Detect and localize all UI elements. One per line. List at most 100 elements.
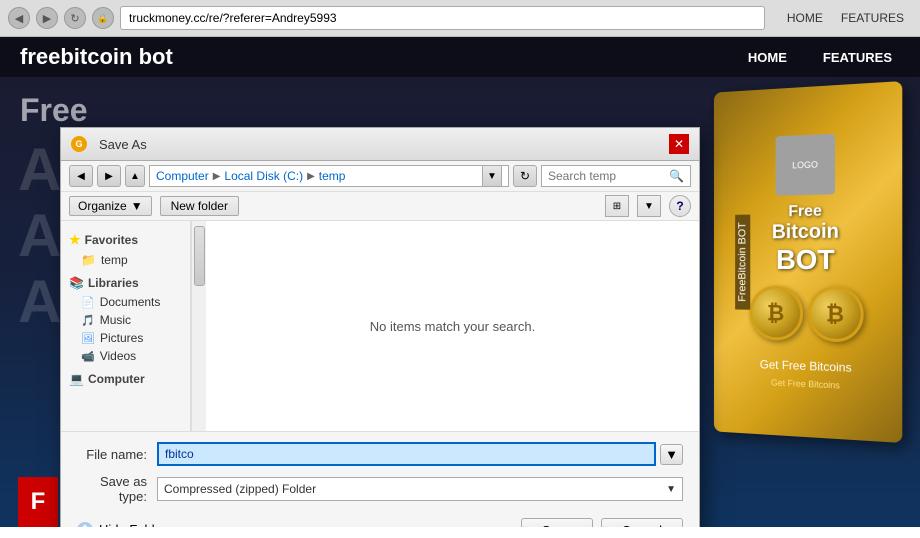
dialog-title-label: Save As — [99, 137, 147, 152]
coin-1: ₿ — [749, 286, 802, 341]
breadcrumb-bar[interactable]: Computer ▶ Local Disk (C:) ▶ temp ▼ — [149, 165, 509, 187]
search-input[interactable] — [548, 169, 665, 183]
breadcrumb-computer[interactable]: Computer — [156, 169, 209, 183]
dialog-refresh-btn[interactable]: ↻ — [513, 165, 537, 187]
dialog-title-text: G Save As — [71, 136, 147, 152]
libraries-section: 📚 Libraries 📄 Documents 🎵 Music 🖼 Pictur… — [61, 273, 190, 365]
nav-home[interactable]: HOME — [779, 9, 831, 27]
filename-input[interactable] — [157, 442, 656, 466]
organize-arrow: ▼ — [131, 199, 143, 213]
breadcrumb-disk[interactable]: Local Disk (C:) — [224, 169, 303, 183]
documents-icon: 📄 — [81, 296, 95, 309]
breadcrumb-sep-1: ▶ — [213, 171, 221, 182]
filename-row: File name: ▼ — [77, 442, 683, 466]
computer-header[interactable]: 💻 Computer — [61, 369, 190, 389]
breadcrumb-temp[interactable]: temp — [319, 169, 346, 183]
product-bitcoin: Bitcoin — [772, 221, 839, 245]
favorites-star-icon: ★ — [69, 232, 81, 248]
logo-bitcoin: bitcoin — [60, 44, 132, 69]
new-folder-button[interactable]: New folder — [160, 196, 239, 216]
sidebar-nav: ★ Favorites 📁 temp 📚 Libraries 📄 — [61, 221, 191, 431]
flash-icon: F — [18, 477, 58, 527]
savetype-row: Save as type: Compressed (zipped) Folder… — [77, 474, 683, 504]
computer-icon: 💻 — [69, 372, 84, 386]
logo-free: free — [20, 44, 60, 69]
filename-label: File name: — [77, 447, 157, 462]
computer-section: 💻 Computer — [61, 369, 190, 389]
product-box-inner: FreeBitcoin BOT LOGO Free Bitcoin BOT ₿ … — [714, 81, 902, 443]
libraries-header[interactable]: 📚 Libraries — [61, 273, 190, 293]
sidebar-videos[interactable]: 📹 Videos — [61, 347, 190, 365]
product-side-text: FreeBitcoin BOT — [735, 214, 750, 309]
dialog-footer: File name: ▼ Save as type: Compressed (z… — [61, 431, 699, 527]
product-bot: BOT — [772, 244, 839, 276]
coin-2: ₿ — [807, 286, 863, 343]
browser-menu: HOME FEATURES — [779, 9, 912, 27]
search-box[interactable]: 🔍 — [541, 165, 691, 187]
music-icon: 🎵 — [81, 314, 95, 327]
sidebar-item-temp[interactable]: 📁 temp — [61, 251, 190, 269]
dialog-addressbar: ◀ ▶ ▲ Computer ▶ Local Disk (C:) ▶ temp … — [61, 161, 699, 192]
hide-folders-icon: ⬆ — [77, 522, 93, 528]
sidebar-documents[interactable]: 📄 Documents — [61, 293, 190, 311]
sidebar-pictures-label: Pictures — [100, 331, 143, 345]
libraries-label: Libraries — [88, 276, 139, 290]
site-logo: freebitcoin bot — [20, 44, 173, 70]
dialog-titlebar: G Save As ✕ — [61, 128, 699, 161]
dialog-body: ★ Favorites 📁 temp 📚 Libraries 📄 — [61, 221, 699, 431]
sidebar-pictures[interactable]: 🖼 Pictures — [61, 329, 190, 347]
product-logo-small: LOGO — [776, 134, 835, 196]
nav-features-link[interactable]: FEATURES — [815, 46, 900, 69]
search-icon[interactable]: 🔍 — [669, 169, 684, 183]
refresh-button[interactable]: ↻ — [64, 7, 86, 29]
product-free: Free — [772, 202, 839, 221]
computer-label: Computer — [88, 372, 145, 386]
nav-links: HOME FEATURES — [740, 46, 900, 69]
sidebar-scrollbar[interactable] — [191, 221, 206, 431]
page-background: freebitcoin bot HOME FEATURES Free AAA F… — [0, 37, 920, 527]
nav-home-link[interactable]: HOME — [740, 46, 795, 69]
dialog-back-btn[interactable]: ◀ — [69, 165, 93, 187]
product-tagline: Get Free Bitcoins — [771, 378, 840, 391]
nav-features[interactable]: FEATURES — [833, 9, 912, 27]
scroll-thumb[interactable] — [194, 226, 205, 286]
dialog-close-button[interactable]: ✕ — [669, 134, 689, 154]
hide-folders-row[interactable]: ⬆ Hide Folders — [77, 518, 173, 528]
favorites-section: ★ Favorites 📁 temp — [61, 229, 190, 269]
product-box: FreeBitcoin BOT LOGO Free Bitcoin BOT ₿ … — [710, 87, 900, 477]
address-bar[interactable] — [120, 6, 765, 30]
bg-text: Free — [20, 92, 88, 129]
sidebar-music[interactable]: 🎵 Music — [61, 311, 190, 329]
no-items-message: No items match your search. — [370, 319, 535, 334]
logo-bot: bot — [132, 44, 172, 69]
hide-folders-label: Hide Folders — [99, 522, 173, 527]
savetype-dropdown[interactable]: Compressed (zipped) Folder ▼ — [157, 477, 683, 501]
main-content-area: No items match your search. — [206, 221, 699, 431]
bitcoin-coins: ₿ ₿ — [749, 286, 863, 343]
favorites-label: Favorites — [85, 233, 138, 247]
back-button[interactable]: ◀ — [8, 7, 30, 29]
home-button[interactable]: 🔒 — [92, 7, 114, 29]
organize-label: Organize — [78, 199, 127, 213]
savetype-value: Compressed (zipped) Folder — [164, 482, 316, 496]
filename-dropdown-btn[interactable]: ▼ — [660, 444, 683, 465]
sidebar-videos-label: Videos — [100, 349, 136, 363]
help-button[interactable]: ? — [669, 195, 691, 217]
dialog-google-icon: G — [71, 136, 87, 152]
view-icon-btn[interactable]: ⊞ — [605, 195, 629, 217]
libraries-icon: 📚 — [69, 276, 84, 290]
favorites-header[interactable]: ★ Favorites — [61, 229, 190, 251]
view-dropdown-btn[interactable]: ▼ — [637, 195, 661, 217]
save-button[interactable]: Save — [521, 518, 593, 527]
browser-chrome: ◀ ▶ ↻ 🔒 HOME FEATURES — [0, 0, 920, 37]
product-title: Free Bitcoin BOT — [772, 202, 839, 276]
organize-button[interactable]: Organize ▼ — [69, 196, 152, 216]
sidebar-music-label: Music — [100, 313, 131, 327]
dialog-up-btn[interactable]: ▲ — [125, 165, 145, 187]
breadcrumb-dropdown[interactable]: ▼ — [482, 165, 502, 187]
cancel-button[interactable]: Cancel — [601, 518, 683, 527]
breadcrumb-sep-2: ▶ — [307, 171, 315, 182]
dialog-forward-btn[interactable]: ▶ — [97, 165, 121, 187]
forward-button[interactable]: ▶ — [36, 7, 58, 29]
savetype-label: Save as type: — [77, 474, 157, 504]
